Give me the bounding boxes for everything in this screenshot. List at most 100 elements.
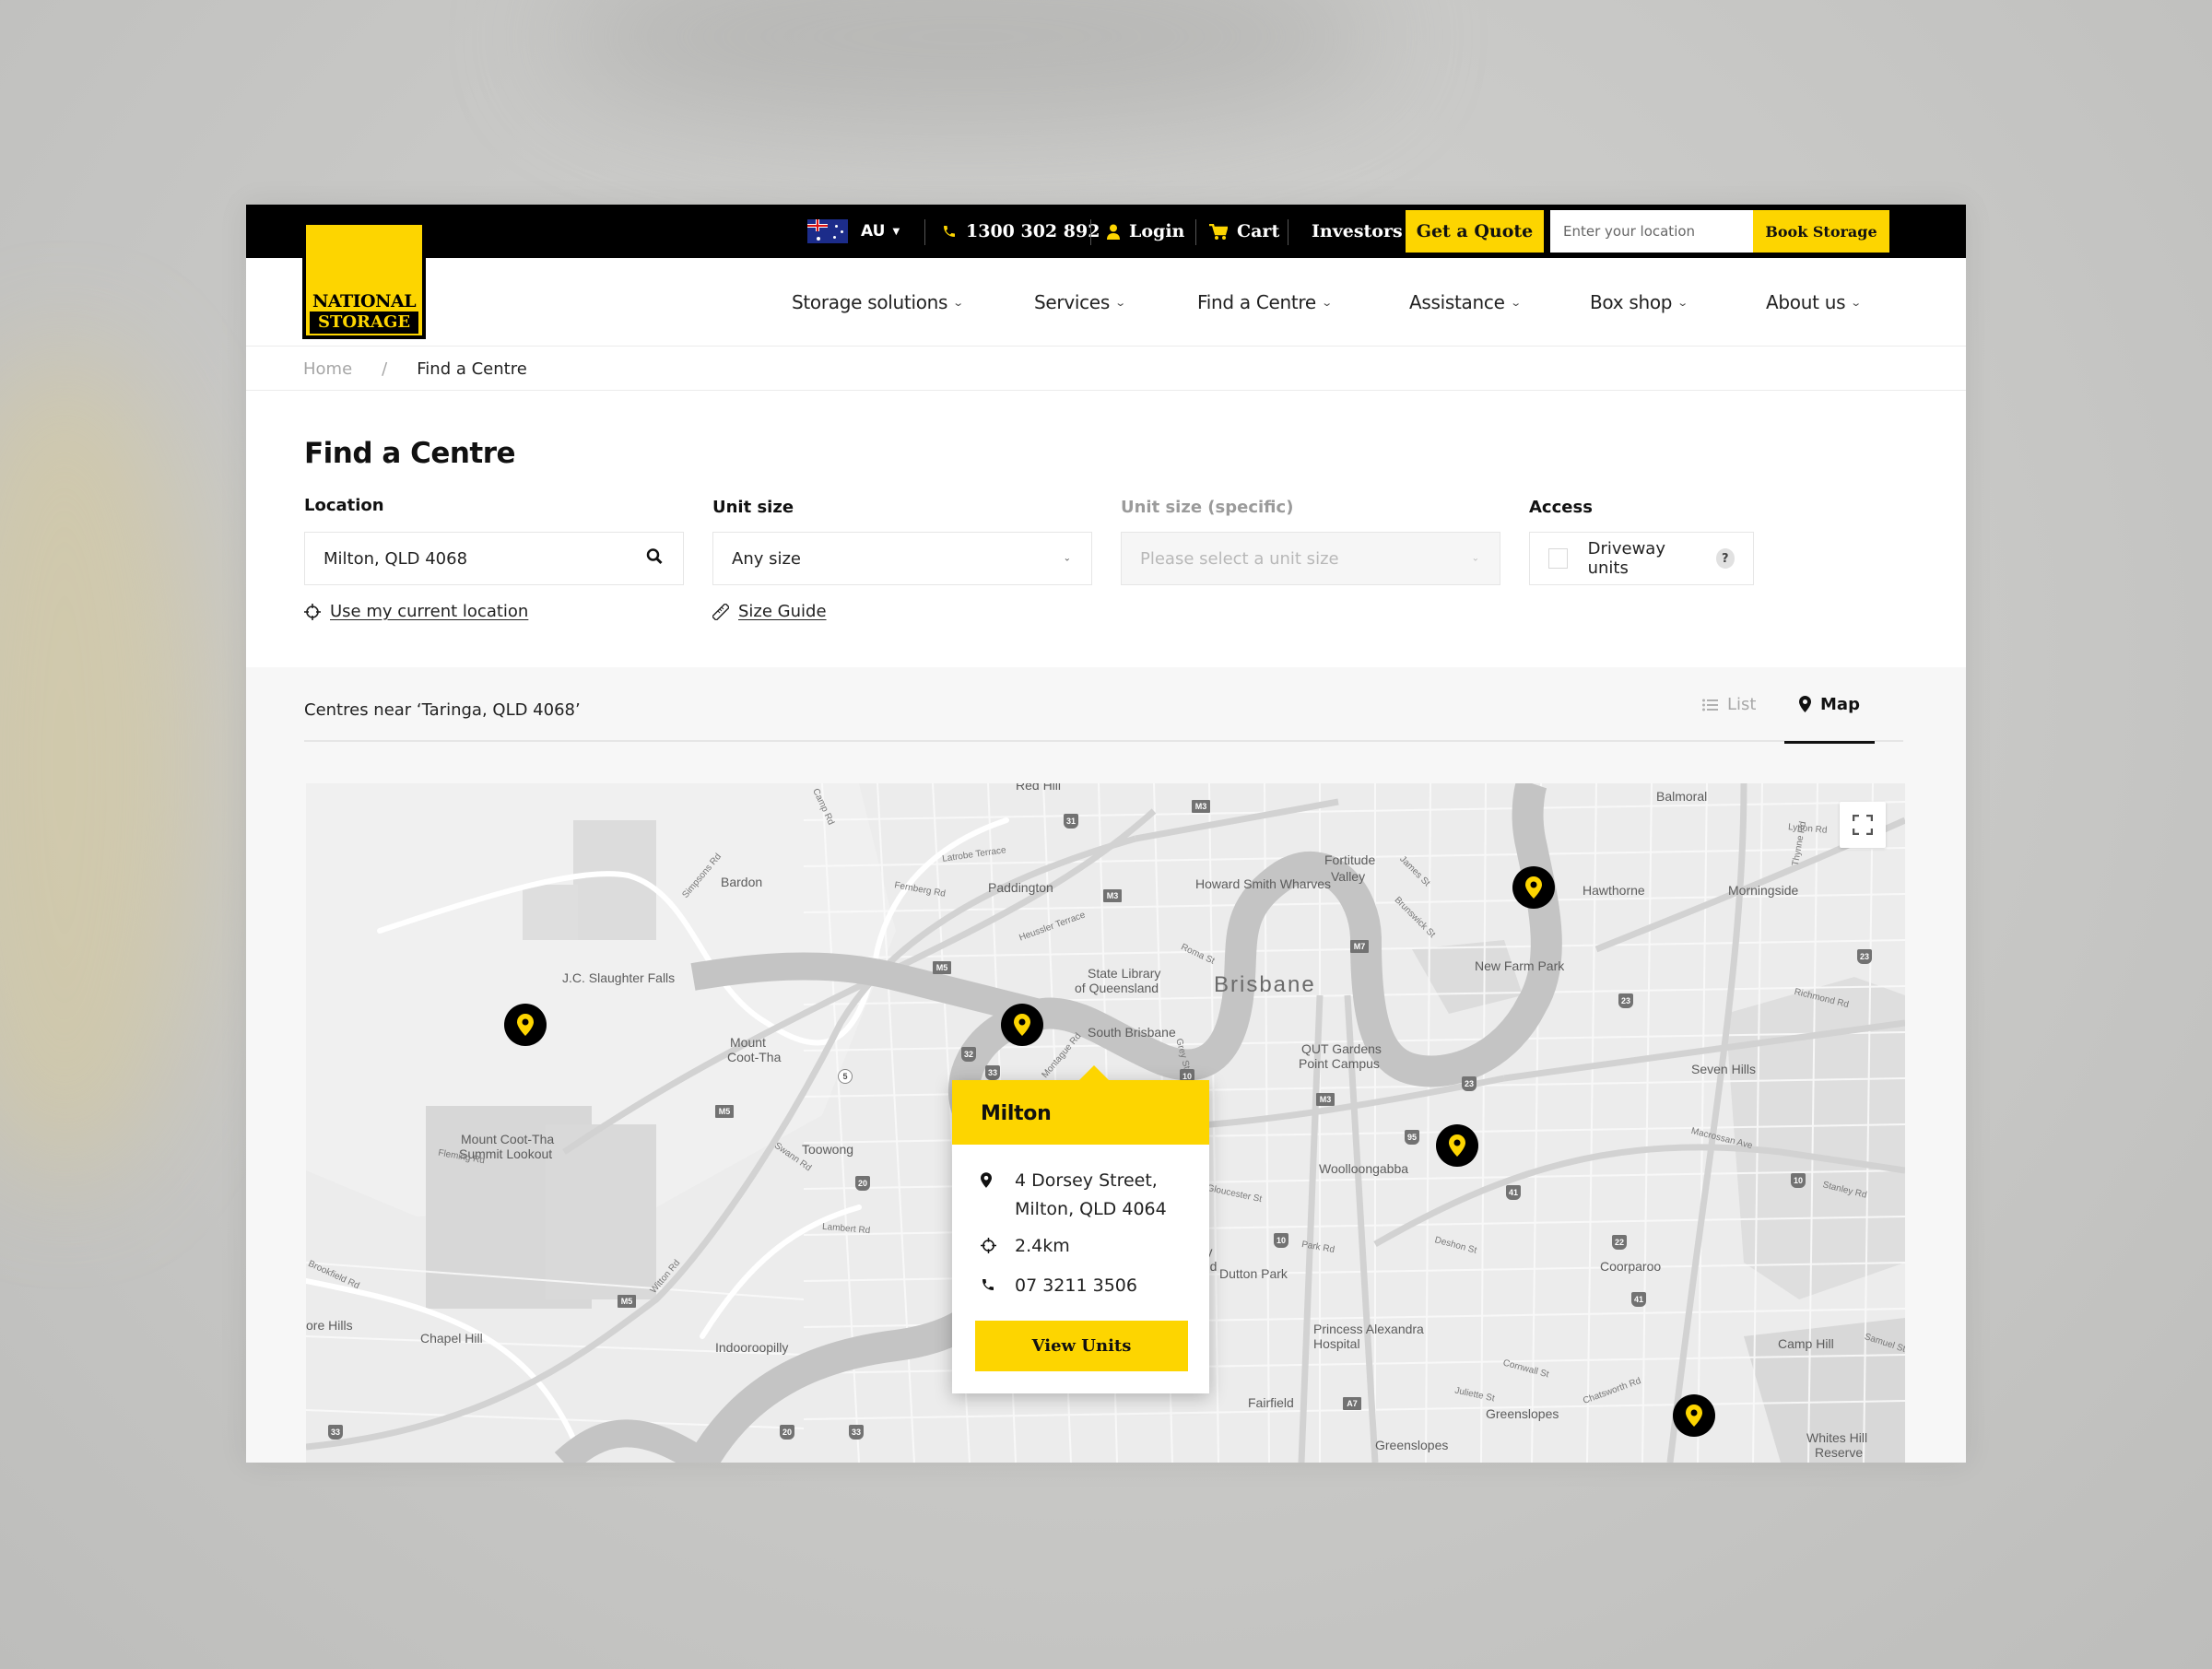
- tab-list[interactable]: List: [1702, 667, 1756, 742]
- centre-marker[interactable]: [504, 1004, 547, 1046]
- nav-label: About us: [1766, 291, 1846, 313]
- route-shield: 23: [1857, 949, 1872, 964]
- country-selector[interactable]: AU ▼: [807, 205, 900, 258]
- size-guide-link[interactable]: Size Guide: [712, 602, 827, 621]
- caret-down-icon: ▼: [892, 226, 900, 237]
- ruler-icon: [712, 603, 729, 620]
- investors-link[interactable]: Investors: [1312, 205, 1403, 258]
- nav-label: Box shop: [1590, 291, 1673, 313]
- list-icon: [1702, 699, 1718, 711]
- divider: [924, 219, 925, 245]
- centre-marker[interactable]: [1436, 1124, 1478, 1167]
- map-label: Seven Hills: [1691, 1062, 1757, 1076]
- book-storage-button[interactable]: Book Storage: [1753, 210, 1889, 253]
- driveway-units-checkbox[interactable]: [1548, 548, 1568, 569]
- use-current-location-link[interactable]: Use my current location: [304, 602, 528, 621]
- view-units-button[interactable]: View Units: [975, 1321, 1188, 1371]
- help-icon[interactable]: ?: [1715, 548, 1735, 569]
- map-label: Fortitude: [1324, 852, 1376, 867]
- map-label: Indooroopilly: [715, 1340, 789, 1355]
- breadcrumb: Home / Find a Centre: [246, 347, 1966, 391]
- fullscreen-icon: [1853, 815, 1873, 835]
- chevron-down-icon: ⌄: [1850, 296, 1862, 309]
- centre-marker[interactable]: [1673, 1394, 1715, 1437]
- centre-marker-milton[interactable]: [1001, 1004, 1043, 1046]
- unit-size-specific-label: Unit size (specific): [1121, 498, 1294, 517]
- phone-value: 07 3211 3506: [1015, 1275, 1137, 1296]
- nav-find-a-centre[interactable]: Find a Centre ⌄: [1197, 258, 1333, 347]
- location-label: Location: [304, 496, 384, 515]
- route-shield: 41: [1631, 1292, 1646, 1307]
- map-label: Greenslopes: [1375, 1438, 1449, 1452]
- map-label: Point Campus: [1299, 1056, 1380, 1071]
- unit-size-select[interactable]: Any size ⌄: [712, 532, 1092, 585]
- cart-link[interactable]: Cart: [1209, 205, 1279, 258]
- map-label: South Brisbane: [1088, 1025, 1176, 1040]
- centre-info-popup: Milton 4 Dorsey Street, Milton, QLD 4064…: [952, 1065, 1209, 1393]
- driveway-units-option: Driveway units ?: [1529, 532, 1754, 585]
- phone-link[interactable]: 1300 302 892: [942, 205, 1100, 258]
- map-pin-icon: [1525, 876, 1542, 899]
- route-shield: 10: [1791, 1173, 1806, 1188]
- user-icon: [1107, 224, 1120, 240]
- nav-services[interactable]: Services ⌄: [1034, 258, 1126, 347]
- nav-label: Storage solutions: [792, 291, 948, 313]
- nav-about-us[interactable]: About us ⌄: [1766, 258, 1862, 347]
- map-label: of Queensland: [1075, 981, 1159, 995]
- map-label: Chapel Hill: [420, 1331, 483, 1346]
- tab-map-label: Map: [1820, 694, 1860, 714]
- nav-label: Find a Centre: [1197, 291, 1316, 313]
- unit-size-specific-select[interactable]: Please select a unit size ⌄: [1121, 532, 1500, 585]
- map-label: Mount Coot-Tha: [461, 1132, 555, 1146]
- get-a-quote-button[interactable]: Get a Quote: [1406, 210, 1544, 253]
- search-icon[interactable]: [646, 548, 663, 570]
- cart-label: Cart: [1237, 221, 1280, 241]
- centre-distance: 2.4km: [981, 1232, 1070, 1261]
- size-guide-label: Size Guide: [738, 602, 827, 621]
- nav-assistance[interactable]: Assistance ⌄: [1409, 258, 1522, 347]
- tab-map[interactable]: Map: [1784, 667, 1875, 744]
- map-label: Reserve: [1815, 1445, 1864, 1460]
- centre-marker[interactable]: [1512, 866, 1555, 909]
- route-shield: 33: [985, 1065, 1000, 1080]
- route-shield: 32: [961, 1047, 976, 1062]
- investors-label: Investors: [1312, 221, 1403, 241]
- location-search-input[interactable]: [1550, 210, 1753, 253]
- map-pin-icon: [981, 1167, 1015, 1224]
- login-link[interactable]: Login: [1107, 205, 1184, 258]
- breadcrumb-home-link[interactable]: Home: [303, 359, 352, 379]
- centre-phone[interactable]: 07 3211 3506: [981, 1272, 1137, 1300]
- route-shield: M5: [933, 961, 951, 974]
- page-title: Find a Centre: [304, 437, 516, 470]
- breadcrumb-current: Find a Centre: [417, 358, 527, 379]
- fullscreen-button[interactable]: [1840, 802, 1886, 848]
- browser-page: AU ▼ 1300 302 892 Login Cart Investors G…: [246, 205, 1966, 1463]
- map-label: New Farm Park: [1475, 958, 1565, 973]
- map-view[interactable]: Bardon Paddington Fortitude Valley Howar…: [306, 783, 1905, 1463]
- top-bar: AU ▼ 1300 302 892 Login Cart Investors G…: [246, 205, 1966, 258]
- nav-storage-solutions[interactable]: Storage solutions ⌄: [792, 258, 964, 347]
- map-label: Hospital: [1313, 1336, 1360, 1351]
- nav-box-shop[interactable]: Box shop ⌄: [1590, 258, 1688, 347]
- chevron-down-icon: ⌄: [952, 296, 964, 309]
- location-value: Milton, QLD 4068: [324, 548, 468, 569]
- driveway-units-label: Driveway units: [1587, 539, 1665, 578]
- route-shield: 31: [1064, 814, 1078, 829]
- chevron-down-icon: ⌄: [1471, 553, 1479, 564]
- map-label: Fairfield: [1248, 1395, 1294, 1410]
- national-storage-logo[interactable]: NATIONAL STORAGE: [302, 221, 426, 339]
- crosshair-icon: [304, 603, 321, 620]
- phone-icon: [942, 224, 957, 239]
- map-label: Balmoral: [1656, 789, 1708, 804]
- address-line-1: 4 Dorsey Street,: [1015, 1170, 1158, 1191]
- unit-size-label: Unit size: [712, 498, 794, 517]
- use-current-location-label: Use my current location: [330, 602, 529, 621]
- route-shield: 20: [855, 1176, 870, 1191]
- results-section: Centres near ‘Taringa, QLD 4068’ List Ma…: [246, 667, 1966, 1463]
- background-blur: [553, 0, 1382, 129]
- route-shield: 33: [328, 1425, 343, 1440]
- map-label: Whites Hill: [1806, 1430, 1868, 1445]
- map-label: State Library: [1088, 966, 1161, 981]
- chevron-down-icon: ⌄: [1063, 553, 1071, 564]
- location-field[interactable]: Milton, QLD 4068: [304, 532, 684, 585]
